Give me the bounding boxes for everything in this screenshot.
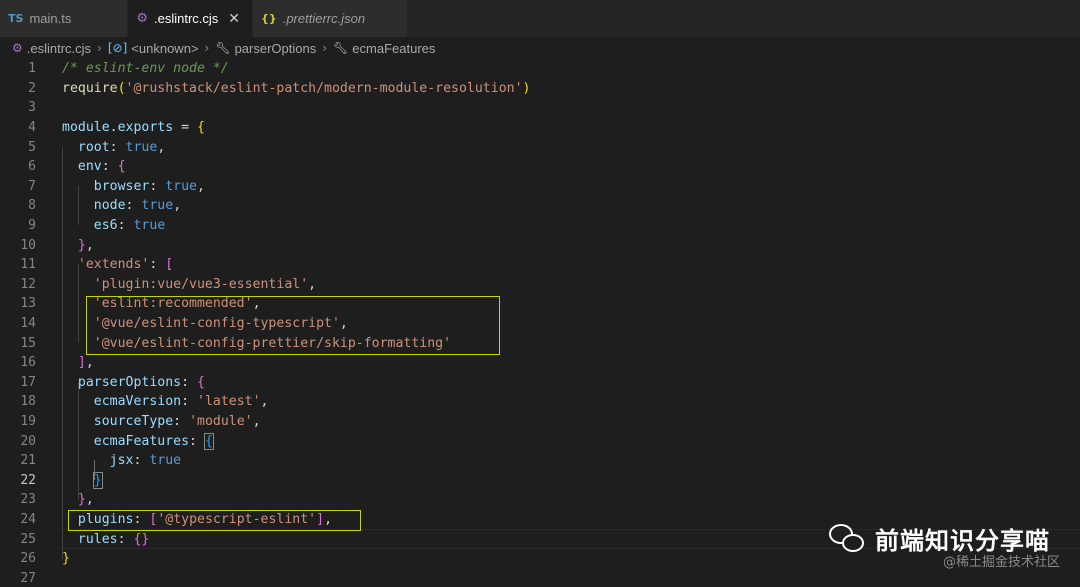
breadcrumb: ⚙ .eslintrc.cjs › [⊘] <unknown> › 🔧︎ par… xyxy=(0,37,1080,59)
breadcrumb-item-ecmafeatures[interactable]: ecmaFeatures xyxy=(352,41,435,56)
code-line: 9 es6: true xyxy=(0,216,1080,236)
line-number: 22 xyxy=(20,472,36,488)
line-number: 7 xyxy=(28,178,36,194)
code-text: }, xyxy=(77,237,94,253)
code-line: 1 /* eslint-env node */ xyxy=(0,59,1080,79)
code-text: /* eslint-env node */ xyxy=(62,61,229,77)
code-line: 3 xyxy=(0,98,1080,118)
editor-tab-bar: TS main.ts ⚙ .eslintrc.cjs ✕ {} .prettie… xyxy=(0,0,1080,37)
breadcrumb-item-parseroptions[interactable]: parserOptions xyxy=(235,41,317,56)
code-text: browser: true, xyxy=(93,178,205,194)
line-number: 20 xyxy=(20,433,36,449)
highlight-box-extends xyxy=(86,296,500,355)
line-number: 12 xyxy=(20,276,36,292)
code-text: 'extends': [ xyxy=(77,257,174,273)
code-text: rules: {} xyxy=(77,531,150,547)
line-number: 14 xyxy=(20,316,36,332)
code-text: jsx: true xyxy=(109,453,182,469)
line-number: 19 xyxy=(20,414,36,430)
code-line: 11 'extends': [ xyxy=(0,255,1080,275)
close-icon[interactable]: ✕ xyxy=(228,11,240,27)
code-line: 20 ecmaFeatures: { xyxy=(0,431,1080,451)
code-line: 27 xyxy=(0,569,1080,587)
json-braces-icon: {} xyxy=(261,12,277,25)
wechat-icon xyxy=(827,518,867,558)
chevron-right-icon: › xyxy=(97,41,102,55)
line-number: 8 xyxy=(28,198,36,214)
code-line: 7 browser: true, xyxy=(0,177,1080,197)
code-line-current: 22 } xyxy=(0,471,1080,491)
line-number: 10 xyxy=(20,237,36,253)
line-number: 24 xyxy=(20,512,36,528)
line-number: 21 xyxy=(20,453,36,469)
code-line: 23 }, xyxy=(0,490,1080,510)
tab-eslintrc-cjs[interactable]: ⚙ .eslintrc.cjs ✕ xyxy=(128,0,254,37)
tab-label: .eslintrc.cjs xyxy=(154,11,219,26)
code-text: require('@rushstack/eslint-patch/modern-… xyxy=(62,80,531,96)
line-number: 13 xyxy=(20,296,36,312)
code-line: 16 ], xyxy=(0,353,1080,373)
code-text: }, xyxy=(77,492,94,508)
object-icon: [⊘] xyxy=(107,41,128,55)
tab-prettierrc-json[interactable]: {} .prettierrc.json xyxy=(253,0,409,37)
code-text: node: true, xyxy=(93,198,182,214)
code-line: 6 env: { xyxy=(0,157,1080,177)
line-number: 9 xyxy=(28,218,36,234)
wrench-icon: 🔧︎ xyxy=(215,41,231,55)
breadcrumb-item-unknown[interactable]: <unknown> xyxy=(131,41,198,56)
line-number: 5 xyxy=(28,139,36,155)
code-text: ecmaFeatures: { xyxy=(93,432,214,450)
code-line: 8 node: true, xyxy=(0,196,1080,216)
gear-icon: ⚙ xyxy=(136,11,148,26)
code-text: es6: true xyxy=(93,218,166,234)
code-line: 4 module.exports = { xyxy=(0,118,1080,138)
code-text: env: { xyxy=(77,159,126,175)
code-text: } xyxy=(62,551,70,567)
code-line: 5 root: true, xyxy=(0,137,1080,157)
chevron-right-icon: › xyxy=(204,41,210,55)
line-number: 4 xyxy=(28,120,36,136)
line-number: 27 xyxy=(20,570,36,586)
line-number: 25 xyxy=(20,531,36,547)
line-number: 26 xyxy=(20,551,36,567)
line-number: 3 xyxy=(28,100,36,116)
tab-label: .prettierrc.json xyxy=(282,11,366,26)
code-text: sourceType: 'module', xyxy=(93,414,261,430)
tab-main-ts[interactable]: TS main.ts xyxy=(0,0,129,37)
line-number: 11 xyxy=(20,257,36,273)
code-line: 2 require('@rushstack/eslint-patch/moder… xyxy=(0,79,1080,99)
code-text: module.exports = { xyxy=(62,120,205,136)
code-text: 'plugin:vue/vue3-essential', xyxy=(93,276,317,292)
line-number: 6 xyxy=(28,159,36,175)
tab-label: main.ts xyxy=(29,11,72,26)
code-line: 19 sourceType: 'module', xyxy=(0,412,1080,432)
code-line: 17 parserOptions: { xyxy=(0,373,1080,393)
highlight-box-plugins xyxy=(68,510,361,531)
code-text: ecmaVersion: 'latest', xyxy=(93,394,269,410)
typescript-file-icon: TS xyxy=(8,12,24,25)
code-text: ], xyxy=(77,355,94,371)
line-number: 16 xyxy=(20,355,36,371)
code-text: } xyxy=(92,471,103,489)
line-number: 17 xyxy=(20,374,36,390)
line-number: 1 xyxy=(28,61,36,77)
line-number: 23 xyxy=(20,492,36,508)
breadcrumb-item-file[interactable]: .eslintrc.cjs xyxy=(27,41,91,56)
code-line: 21 jsx: true xyxy=(0,451,1080,471)
line-number: 18 xyxy=(20,394,36,410)
line-number: 15 xyxy=(20,335,36,351)
code-text: parserOptions: { xyxy=(77,374,205,390)
wrench-icon: 🔧︎ xyxy=(333,41,349,55)
code-editor[interactable]: 1 /* eslint-env node */ 2 require('@rush… xyxy=(0,59,1080,587)
gear-icon: ⚙ xyxy=(12,41,23,55)
code-line: 12 'plugin:vue/vue3-essential', xyxy=(0,275,1080,295)
code-text: root: true, xyxy=(77,139,166,155)
code-line: 10 }, xyxy=(0,235,1080,255)
code-line: 18 ecmaVersion: 'latest', xyxy=(0,392,1080,412)
chevron-right-icon: › xyxy=(322,41,328,55)
line-number: 2 xyxy=(28,80,36,96)
watermark-subtitle: @稀土掘金技术社区 xyxy=(942,555,1060,570)
